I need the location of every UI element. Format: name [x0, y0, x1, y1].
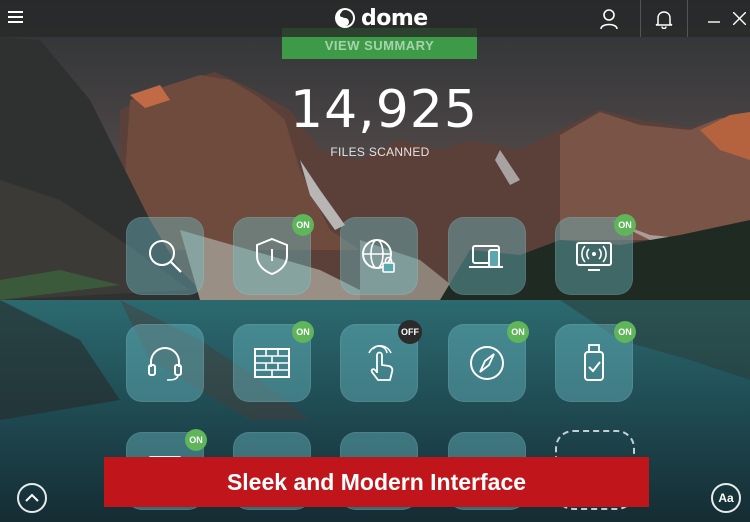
devices-tile[interactable] — [448, 217, 526, 295]
bell-icon — [655, 10, 673, 29]
minimize-button[interactable] — [702, 0, 726, 37]
files-scanned-label: FILES SCANNED — [330, 145, 430, 159]
close-icon — [732, 12, 746, 25]
safe-browsing-tile[interactable] — [340, 217, 418, 295]
title-bar: dome — [0, 0, 750, 37]
wifi-monitor-status-badge: ON — [614, 214, 636, 236]
font-size-button[interactable]: Aa — [711, 483, 741, 513]
behavioral-scan-status-badge: OFF — [398, 320, 422, 344]
panda-logo-icon — [335, 8, 355, 28]
firewall-icon — [254, 348, 290, 378]
search-icon — [149, 240, 182, 273]
bottom-tile-1-status-badge: ON — [185, 429, 207, 451]
shield-icon — [256, 237, 288, 276]
devices-icon — [469, 245, 503, 268]
antivirus-status-badge: ON — [292, 214, 314, 236]
globe-lock-icon — [362, 239, 395, 273]
app-name: dome — [361, 5, 428, 31]
usb-icon — [584, 344, 604, 381]
close-button[interactable] — [728, 0, 750, 37]
wifi-monitor-icon — [576, 242, 612, 271]
notifications-button[interactable] — [640, 0, 688, 37]
minimize-icon — [708, 20, 720, 23]
compass-icon — [470, 346, 504, 380]
firewall-status-badge: ON — [292, 321, 314, 343]
files-scanned-count: 14,925 — [290, 80, 478, 140]
hamburger-icon — [8, 11, 23, 13]
user-icon — [599, 8, 618, 29]
touch-icon — [368, 345, 394, 381]
app-logo: dome — [333, 3, 428, 33]
scan-tile[interactable] — [126, 217, 204, 295]
menu-button[interactable] — [8, 8, 28, 28]
support-tile[interactable] — [126, 324, 204, 402]
navigation-status-badge: ON — [507, 321, 529, 343]
promo-banner: Sleek and Modern Interface — [104, 457, 649, 507]
chevron-up-icon — [25, 493, 39, 502]
account-button[interactable] — [586, 0, 631, 37]
usb-protection-status-badge: ON — [614, 321, 636, 343]
scroll-up-button[interactable] — [17, 483, 47, 513]
headset-icon — [148, 347, 182, 381]
